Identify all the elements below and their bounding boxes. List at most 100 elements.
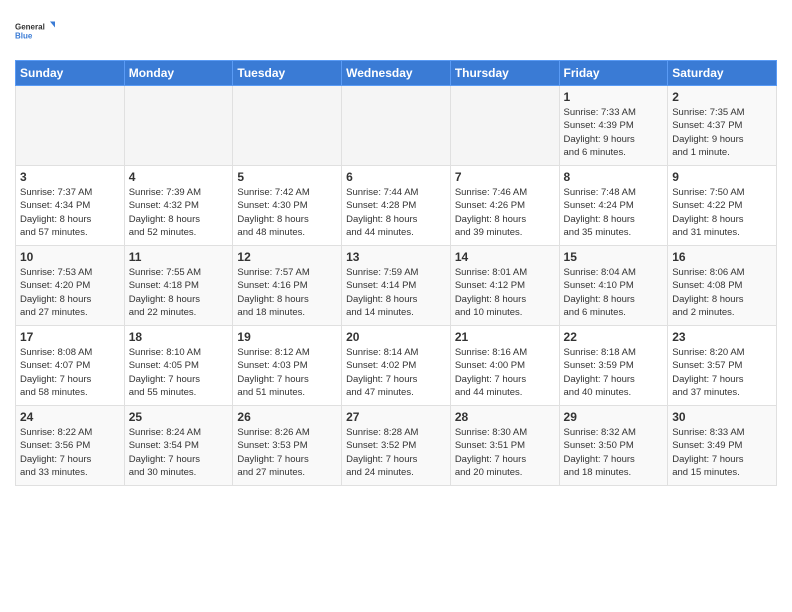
calendar-cell: 26Sunrise: 8:26 AM Sunset: 3:53 PM Dayli… [233,406,342,486]
day-info: Sunrise: 8:10 AM Sunset: 4:05 PM Dayligh… [129,346,229,399]
header: General Blue [15,10,777,52]
day-number: 6 [346,170,446,184]
calendar-cell [124,86,233,166]
day-number: 8 [564,170,664,184]
day-info: Sunrise: 7:37 AM Sunset: 4:34 PM Dayligh… [20,186,120,239]
day-number: 14 [455,250,555,264]
day-number: 11 [129,250,229,264]
day-info: Sunrise: 8:16 AM Sunset: 4:00 PM Dayligh… [455,346,555,399]
logo-svg: General Blue [15,10,55,52]
day-info: Sunrise: 7:48 AM Sunset: 4:24 PM Dayligh… [564,186,664,239]
day-info: Sunrise: 8:28 AM Sunset: 3:52 PM Dayligh… [346,426,446,479]
day-info: Sunrise: 8:14 AM Sunset: 4:02 PM Dayligh… [346,346,446,399]
calendar-table: SundayMondayTuesdayWednesdayThursdayFrid… [15,60,777,486]
day-number: 7 [455,170,555,184]
day-number: 5 [237,170,337,184]
day-number: 27 [346,410,446,424]
day-info: Sunrise: 7:44 AM Sunset: 4:28 PM Dayligh… [346,186,446,239]
day-number: 21 [455,330,555,344]
calendar-cell: 27 Sunrise: 8:28 AM Sunset: 3:52 PM Dayli… [342,406,451,486]
day-info: Sunrise: 7:39 AM Sunset: 4:32 PM Dayligh… [129,186,229,239]
calendar-cell [16,86,125,166]
calendar-cell: 14 Sunrise: 8:01 AM Sunset: 4:12 PM Dayli… [450,246,559,326]
day-info: Sunrise: 8:01 AM Sunset: 4:12 PM Dayligh… [455,266,555,319]
weekday-header-thursday: Thursday [450,61,559,86]
day-number: 29 [564,410,664,424]
day-number: 28 [455,410,555,424]
day-info: Sunrise: 8:33 AM Sunset: 3:49 PM Dayligh… [672,426,772,479]
calendar-cell: 5 Sunrise: 7:42 AM Sunset: 4:30 PM Daylig… [233,166,342,246]
calendar-cell: 21 Sunrise: 8:16 AM Sunset: 4:00 PM Dayli… [450,326,559,406]
day-info: Sunrise: 8:06 AM Sunset: 4:08 PM Dayligh… [672,266,772,319]
calendar-cell: 22Sunrise: 8:18 AM Sunset: 3:59 PM Dayli… [559,326,668,406]
page-container: General Blue SundayMondayTuesdayWednesda… [0,0,792,491]
day-info: Sunrise: 8:18 AM Sunset: 3:59 PM Dayligh… [564,346,664,399]
day-number: 2 [672,90,772,104]
day-number: 10 [20,250,120,264]
day-info: Sunrise: 8:30 AM Sunset: 3:51 PM Dayligh… [455,426,555,479]
calendar-cell: 24 Sunrise: 8:22 AM Sunset: 3:56 PM Dayli… [16,406,125,486]
day-info: Sunrise: 8:24 AM Sunset: 3:54 PM Dayligh… [129,426,229,479]
day-number: 25 [129,410,229,424]
day-number: 18 [129,330,229,344]
svg-text:General: General [15,23,45,32]
calendar-week-1: 1Sunrise: 7:33 AM Sunset: 4:39 PM Daylig… [16,86,777,166]
day-number: 20 [346,330,446,344]
calendar-cell: 29 Sunrise: 8:32 AM Sunset: 3:50 PM Dayli… [559,406,668,486]
day-info: Sunrise: 7:35 AM Sunset: 4:37 PM Dayligh… [672,106,772,159]
calendar-cell: 16 Sunrise: 8:06 AM Sunset: 4:08 PM Dayli… [668,246,777,326]
day-info: Sunrise: 8:08 AM Sunset: 4:07 PM Dayligh… [20,346,120,399]
day-info: Sunrise: 8:12 AM Sunset: 4:03 PM Dayligh… [237,346,337,399]
day-info: Sunrise: 7:46 AM Sunset: 4:26 PM Dayligh… [455,186,555,239]
day-number: 16 [672,250,772,264]
calendar-cell: 23 Sunrise: 8:20 AM Sunset: 3:57 PM Dayli… [668,326,777,406]
day-info: Sunrise: 8:04 AM Sunset: 4:10 PM Dayligh… [564,266,664,319]
weekday-header-friday: Friday [559,61,668,86]
day-number: 9 [672,170,772,184]
calendar-cell: 19 Sunrise: 8:12 AM Sunset: 4:03 PM Dayli… [233,326,342,406]
calendar-cell [233,86,342,166]
day-number: 19 [237,330,337,344]
calendar-week-4: 17 Sunrise: 8:08 AM Sunset: 4:07 PM Dayli… [16,326,777,406]
weekday-header-sunday: Sunday [16,61,125,86]
calendar-cell: 18 Sunrise: 8:10 AM Sunset: 4:05 PM Dayli… [124,326,233,406]
calendar-cell: 1Sunrise: 7:33 AM Sunset: 4:39 PM Daylig… [559,86,668,166]
day-number: 4 [129,170,229,184]
day-info: Sunrise: 8:32 AM Sunset: 3:50 PM Dayligh… [564,426,664,479]
calendar-cell: 13Sunrise: 7:59 AM Sunset: 4:14 PM Dayli… [342,246,451,326]
day-number: 13 [346,250,446,264]
weekday-header-wednesday: Wednesday [342,61,451,86]
svg-text:Blue: Blue [15,32,33,41]
day-number: 17 [20,330,120,344]
day-info: Sunrise: 8:20 AM Sunset: 3:57 PM Dayligh… [672,346,772,399]
logo: General Blue [15,10,55,52]
calendar-cell: 17 Sunrise: 8:08 AM Sunset: 4:07 PM Dayli… [16,326,125,406]
weekday-header-monday: Monday [124,61,233,86]
day-number: 12 [237,250,337,264]
calendar-cell: 9 Sunrise: 7:50 AM Sunset: 4:22 PM Daylig… [668,166,777,246]
calendar-week-2: 3 Sunrise: 7:37 AM Sunset: 4:34 PM Daylig… [16,166,777,246]
day-number: 30 [672,410,772,424]
day-number: 24 [20,410,120,424]
day-number: 1 [564,90,664,104]
calendar-cell: 28 Sunrise: 8:30 AM Sunset: 3:51 PM Dayli… [450,406,559,486]
day-info: Sunrise: 7:57 AM Sunset: 4:16 PM Dayligh… [237,266,337,319]
calendar-cell: 30 Sunrise: 8:33 AM Sunset: 3:49 PM Dayli… [668,406,777,486]
day-info: Sunrise: 7:42 AM Sunset: 4:30 PM Dayligh… [237,186,337,239]
day-number: 23 [672,330,772,344]
day-number: 3 [20,170,120,184]
calendar-week-3: 10Sunrise: 7:53 AM Sunset: 4:20 PM Dayli… [16,246,777,326]
day-info: Sunrise: 8:22 AM Sunset: 3:56 PM Dayligh… [20,426,120,479]
calendar-cell: 7 Sunrise: 7:46 AM Sunset: 4:26 PM Daylig… [450,166,559,246]
day-number: 26 [237,410,337,424]
calendar-cell: 4 Sunrise: 7:39 AM Sunset: 4:32 PM Daylig… [124,166,233,246]
weekday-header-row: SundayMondayTuesdayWednesdayThursdayFrid… [16,61,777,86]
calendar-cell: 25 Sunrise: 8:24 AM Sunset: 3:54 PM Dayli… [124,406,233,486]
calendar-cell: 2 Sunrise: 7:35 AM Sunset: 4:37 PM Daylig… [668,86,777,166]
calendar-week-5: 24 Sunrise: 8:22 AM Sunset: 3:56 PM Dayli… [16,406,777,486]
day-info: Sunrise: 7:50 AM Sunset: 4:22 PM Dayligh… [672,186,772,239]
calendar-cell: 15Sunrise: 8:04 AM Sunset: 4:10 PM Dayli… [559,246,668,326]
weekday-header-saturday: Saturday [668,61,777,86]
day-info: Sunrise: 7:55 AM Sunset: 4:18 PM Dayligh… [129,266,229,319]
calendar-cell: 12 Sunrise: 7:57 AM Sunset: 4:16 PM Dayli… [233,246,342,326]
